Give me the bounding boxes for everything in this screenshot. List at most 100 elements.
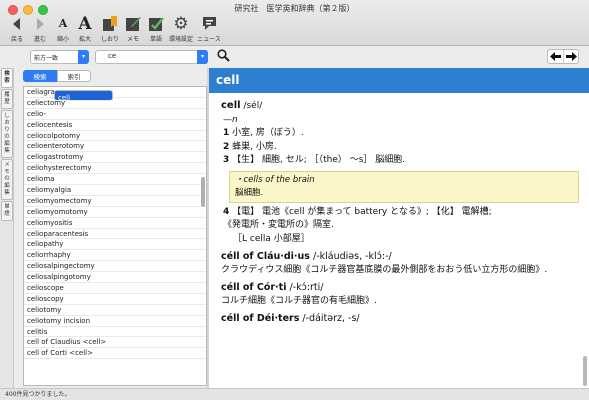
segment-index[interactable]: 索引 [57, 70, 91, 82]
list-item[interactable]: celiosalpingotomy [24, 272, 206, 284]
segment-search[interactable]: 検索 [23, 70, 57, 82]
news-button[interactable]: ニュース [196, 14, 222, 43]
list-item[interactable]: celio- [24, 109, 206, 120]
part-of-speech: —n [221, 114, 579, 128]
font-larger-icon: A [78, 13, 92, 34]
list-item[interactable]: celiotomy [24, 305, 206, 316]
tab-search[interactable]: 検 索 [1, 68, 13, 88]
etymology: ［L cella 小部屋］ [233, 233, 310, 244]
prev-entry-button[interactable] [548, 50, 563, 63]
entry-pane: cell cell /sél/ —n 1 小室, 房（ぼう）. 2 蜂巣, 小房… [209, 68, 589, 388]
list-item[interactable]: celiomyomectomy [24, 196, 206, 207]
list-item[interactable]: celiomyalgia [24, 185, 206, 196]
font-larger-button[interactable]: A 拡大 [72, 13, 98, 44]
left-arrow-icon [550, 52, 561, 61]
tab-memo-edit[interactable]: メモの編集 [1, 159, 13, 200]
search-icon[interactable] [217, 49, 230, 65]
entry-content: cell /sél/ —n 1 小室, 房（ぼう）. 2 蜂巣, 小房. 3 【… [209, 93, 589, 326]
search-mode-select[interactable]: 前方一致 ▾ [30, 50, 89, 64]
tab-wordbook[interactable]: 単 語 [1, 201, 13, 221]
list-item[interactable]: celiomyomotomy [24, 207, 206, 218]
list-item[interactable]: celiohysterectomy [24, 163, 206, 175]
list-scrollbar[interactable] [201, 177, 205, 207]
example-en: ・cells of the brain [235, 174, 315, 185]
tab-wordbook-label-2: 語 [4, 211, 10, 217]
right-arrow-icon [565, 52, 577, 61]
toolbar-area: 研究社 医学英和辞典（第２版） 戻る 進む A 縮小 A 拡大 しおり メモ 単… [0, 0, 589, 46]
preferences-button[interactable]: ⚙ 環境設定 [168, 13, 194, 44]
list-item[interactable]: celiectomy [24, 98, 206, 109]
list-item[interactable]: celiopathy [24, 239, 206, 251]
list-item[interactable]: celiorrhaphy [24, 250, 206, 262]
subentry-def: クラウディウス細胞《コルチ器官基底膜の最外側部をおおう低い立方形の細胞》. [221, 264, 548, 275]
sense-text: 【生】 細胞, セル; ［（the） ～s］ 脳細胞. [229, 155, 406, 165]
list-item[interactable]: celiocentesis [24, 120, 206, 131]
list-item[interactable]: celiomyositis [24, 218, 206, 229]
window-title: 研究社 医学英和辞典（第２版） [234, 4, 355, 13]
search-mode-value: 前方一致 [34, 55, 59, 62]
search-query: ce [108, 52, 117, 60]
result-list-pane: 検索 索引 celiagra celiectomy celio-celiocente… [15, 68, 207, 388]
subentry-headline: céll of Cláu·di·us /-kláudiəs, -klɔ́:-/ [221, 250, 579, 264]
list-item[interactable]: celitis [24, 327, 206, 338]
list-item[interactable]: cell [54, 90, 113, 102]
subentry-headline: céll of Cór·ti /-kɔ́:rti/ [221, 281, 579, 295]
list-item[interactable]: celiogastrotomy [24, 152, 206, 164]
tab-bookmark-edit[interactable]: しおりの編集 [1, 110, 13, 158]
tab-bookmark-edit-label: しおりの編集 [4, 113, 10, 154]
list-item[interactable]: celioenterotomy [24, 141, 206, 153]
example-box: ・cells of the brain 脳細胞. [229, 170, 579, 203]
list-item[interactable]: celiocolpotomy [24, 131, 206, 142]
sense-text: 【電】 電池《cell が集まって battery となる》; 【化】 電解槽; [229, 206, 492, 217]
tab-memo-edit-label: メモの編集 [4, 162, 10, 196]
example-ja: 脳細胞. [235, 187, 264, 198]
list-item[interactable]: celiosalpingectomy [24, 261, 206, 273]
status-bar: 400件見つかりました。 [0, 388, 589, 400]
headword-list[interactable]: celiagra celiectomy celio-celiocentesis cel… [23, 86, 207, 386]
subentry-pron: /-dáitərz, -s/ [299, 313, 360, 324]
search-row: 前方一致 ▾ ce ▾ [0, 47, 589, 67]
list-item[interactable]: cell of Claudius <cell> [24, 337, 206, 349]
pronunciation: /sél/ [240, 101, 263, 111]
subentry-headword: céll of Déi·ters [221, 313, 300, 324]
tab-history[interactable]: 履 歴 [1, 89, 13, 109]
wordbook-button[interactable]: 単語 [143, 14, 169, 43]
subentry-pron: /-kláudiəs, -klɔ́:-/ [309, 251, 392, 262]
list-item[interactable]: celioscope [24, 283, 206, 294]
list-item[interactable]: cell of Corti <cell> [24, 348, 206, 360]
chevron-down-icon: ▾ [197, 50, 208, 64]
sense-2: 2 蜂巣, 小房. [221, 141, 579, 155]
entry-scrollbar[interactable] [583, 356, 587, 386]
wordbook-label: 単語 [149, 36, 162, 43]
news-icon [196, 14, 222, 33]
tab-wordbook-label-1: 単 [4, 204, 10, 210]
headword: cell [221, 100, 241, 111]
font-larger-label: 拡大 [78, 36, 91, 43]
pos-text: —n [223, 114, 238, 125]
tab-search-label-1: 検 [4, 71, 10, 77]
entry-header: cell [209, 68, 589, 93]
sense-4-cont: 《発電所・変電所の》隔室. [223, 220, 334, 230]
list-item[interactable]: celioscopy [24, 294, 206, 305]
wordbook-icon [143, 14, 169, 33]
tab-search-label-2: 索 [4, 78, 10, 84]
gear-icon: ⚙ [173, 13, 189, 34]
side-tabs: 検 索 履 歴 しおりの編集 メモの編集 単 語 [0, 68, 14, 388]
list-item[interactable]: celiotomy incision [24, 316, 206, 327]
list-item[interactable]: celiagra [24, 87, 206, 98]
subentry-headline: céll of Déi·ters /-dáitərz, -s/ [221, 312, 579, 326]
sense-1: 1 小室, 房（ぼう）. [221, 127, 579, 141]
tab-history-label-2: 歴 [4, 99, 10, 105]
subentry-headword: céll of Cláu·di·us [221, 251, 310, 262]
history-nav [547, 49, 579, 64]
search-input[interactable]: ce ▾ [95, 50, 208, 64]
sense-4: 4 【電】 電池《cell が集まって battery となる》; 【化】 電解… [221, 206, 579, 220]
sense-text: 小室, 房（ぼう）. [229, 128, 304, 138]
tab-history-label-1: 履 [4, 92, 10, 98]
subentry-pron: /-kɔ́:rti/ [286, 282, 324, 293]
news-label: ニュース [197, 36, 221, 43]
next-entry-button[interactable] [563, 50, 578, 63]
list-item[interactable]: celioma [24, 174, 206, 186]
subentry-def: コルチ細胞《コルチ器官の有毛細胞》. [221, 295, 377, 306]
list-item[interactable]: celioparacentesis [24, 229, 206, 240]
